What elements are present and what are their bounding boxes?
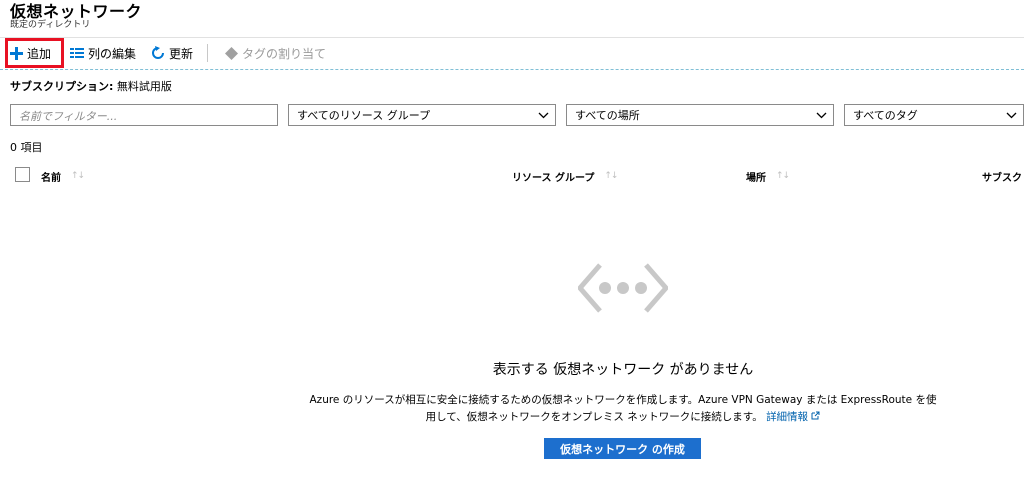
- refresh-label: 更新: [169, 46, 194, 61]
- chevron-down-icon: [1006, 109, 1017, 122]
- resource-group-select-value: すべてのリソース グループ: [297, 109, 431, 122]
- tags-select-value: すべてのタグ: [853, 109, 918, 122]
- command-bar: 追加 列の編集 更新 タグの割り当て: [0, 38, 1024, 68]
- external-link-icon: [811, 411, 820, 420]
- name-filter-input[interactable]: [11, 106, 277, 127]
- edit-columns-label: 列の編集: [88, 46, 137, 61]
- tags-select[interactable]: すべてのタグ: [844, 104, 1024, 126]
- subscription-label: サブスクリプション:: [10, 80, 114, 93]
- resource-group-select[interactable]: すべてのリソース グループ: [288, 104, 556, 126]
- assign-tags-button[interactable]: タグの割り当て: [225, 38, 326, 68]
- column-header-name[interactable]: 名前 ↑↓: [41, 166, 85, 186]
- column-header-location[interactable]: 場所 ↑↓: [746, 166, 790, 186]
- location-select-value: すべての場所: [575, 109, 640, 122]
- column-header-subscription-label: サブスクリ: [982, 172, 1024, 184]
- learn-more-label: 詳細情報: [766, 411, 809, 423]
- column-header-resource-group-label: リソース グループ: [512, 172, 595, 184]
- refresh-button[interactable]: 更新: [151, 38, 193, 68]
- column-header-name-label: 名前: [41, 172, 61, 184]
- tag-icon: [225, 46, 238, 60]
- subscription-value: 無料試用版: [116, 80, 172, 93]
- toolbar-divider: [0, 69, 1024, 70]
- column-header-subscription[interactable]: サブスクリ: [982, 166, 1024, 186]
- sort-icon: ↑↓: [604, 171, 618, 181]
- empty-state-description-line2: 用して、仮想ネットワークをオンプレミス ネットワークに接続します。: [425, 411, 763, 423]
- create-virtual-network-button[interactable]: 仮想ネットワーク の作成: [544, 438, 701, 459]
- empty-state-title: 表示する 仮想ネットワーク がありません: [492, 362, 754, 378]
- assign-tags-label: タグの割り当て: [242, 46, 327, 61]
- page-subtitle: 既定のディレクトリ: [10, 20, 91, 30]
- sort-icon: ↑↓: [776, 171, 790, 181]
- edit-columns-button[interactable]: 列の編集: [70, 38, 136, 68]
- chevron-down-icon: [538, 109, 549, 122]
- location-select[interactable]: すべての場所: [566, 104, 834, 126]
- name-filter: [10, 104, 278, 127]
- column-header-resource-group[interactable]: リソース グループ ↑↓: [512, 166, 618, 186]
- column-header-location-label: 場所: [746, 172, 766, 184]
- chevron-down-icon: [816, 109, 827, 122]
- add-button-highlight: [5, 38, 64, 68]
- empty-state-description-2: 用して、仮想ネットワークをオンプレミス ネットワークに接続します。 詳細情報: [0, 410, 1024, 424]
- columns-icon: [70, 47, 84, 59]
- virtual-network-icon: [576, 263, 670, 317]
- item-count: 0 項目: [10, 141, 43, 154]
- subscription-info: サブスクリプション: 無料試用版: [10, 80, 172, 94]
- select-all-checkbox[interactable]: [15, 167, 30, 182]
- learn-more-link[interactable]: 詳細情報: [766, 411, 820, 423]
- toolbar-separator: [207, 44, 208, 62]
- refresh-icon: [151, 46, 165, 60]
- sort-icon: ↑↓: [71, 171, 85, 181]
- empty-state-description: Azure のリソースが相互に安全に接続するための仮想ネットワークを作成します。…: [309, 394, 937, 406]
